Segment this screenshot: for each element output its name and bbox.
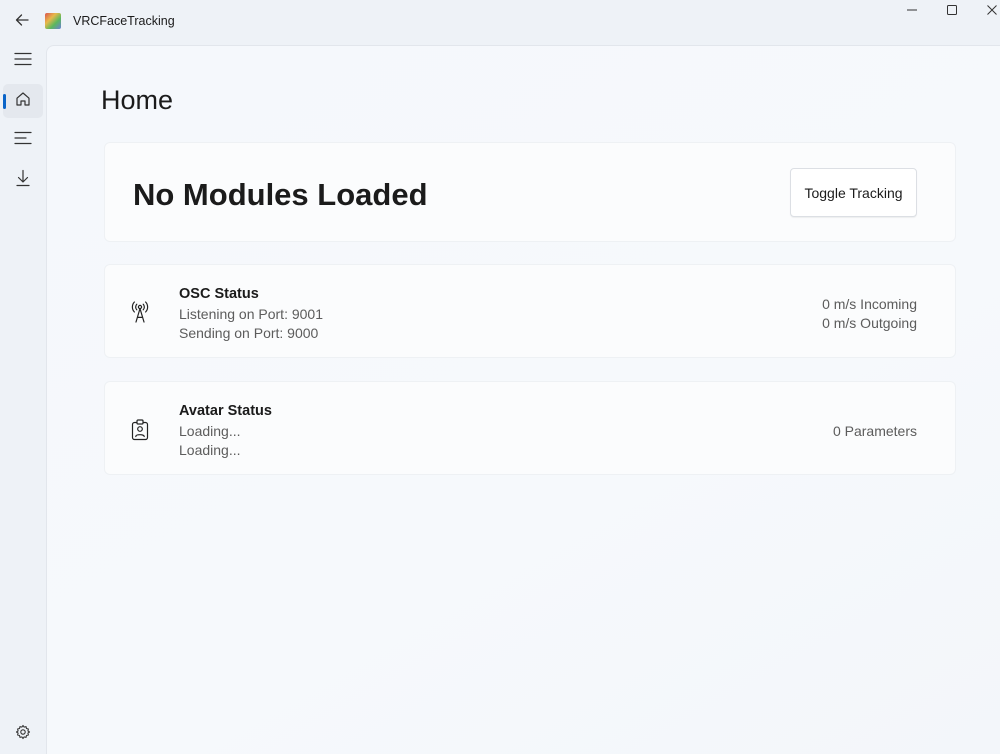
osc-listening-port: Listening on Port: 9001 bbox=[179, 306, 323, 322]
app-logo-icon bbox=[45, 13, 61, 29]
title-bar: VRCFaceTracking bbox=[0, 0, 1000, 44]
avatar-status-line-1: Loading... bbox=[179, 423, 241, 439]
maximize-button[interactable] bbox=[932, 0, 972, 24]
close-button[interactable] bbox=[972, 0, 1000, 24]
arrow-left-icon bbox=[14, 12, 30, 33]
sidebar-item-settings[interactable] bbox=[3, 717, 43, 751]
avatar-status-line-2: Loading... bbox=[179, 442, 241, 458]
home-icon bbox=[15, 91, 31, 112]
sidebar-item-modules[interactable] bbox=[3, 123, 43, 157]
page-title: Home bbox=[101, 85, 174, 115]
avatar-parameter-count: 0 Parameters bbox=[832, 423, 917, 439]
close-icon bbox=[986, 3, 998, 21]
antenna-icon bbox=[129, 300, 151, 324]
app-title: VRCFaceTracking bbox=[73, 14, 175, 28]
id-badge-icon bbox=[129, 418, 151, 442]
avatar-status-heading: Avatar Status bbox=[179, 403, 272, 419]
osc-outgoing-rate: 0 m/s Outgoing bbox=[822, 315, 917, 331]
modules-status-heading: No Modules Loaded bbox=[133, 177, 428, 212]
modules-card: No Modules Loaded Toggle Tracking bbox=[104, 142, 956, 242]
minimize-icon bbox=[906, 3, 918, 21]
avatar-status-card: Avatar Status Loading... Loading... 0 Pa… bbox=[104, 381, 956, 475]
minimize-button[interactable] bbox=[892, 0, 932, 24]
sidebar-item-downloads[interactable] bbox=[3, 163, 43, 197]
main-content: Home No Modules Loaded Toggle Tracking O… bbox=[46, 45, 1000, 754]
sidebar-item-home[interactable] bbox=[3, 84, 43, 118]
hamburger-icon bbox=[14, 52, 32, 71]
back-button[interactable] bbox=[8, 8, 36, 36]
osc-status-heading: OSC Status bbox=[179, 286, 259, 302]
menu-toggle-button[interactable] bbox=[3, 44, 43, 78]
gear-icon bbox=[15, 724, 31, 745]
osc-incoming-rate: 0 m/s Incoming bbox=[822, 296, 917, 312]
selection-indicator bbox=[3, 94, 6, 109]
osc-status-card: OSC Status Listening on Port: 9001 Sendi… bbox=[104, 264, 956, 358]
maximize-icon bbox=[946, 3, 958, 21]
osc-sending-port: Sending on Port: 9000 bbox=[179, 325, 319, 341]
list-icon bbox=[14, 131, 32, 150]
download-icon bbox=[15, 169, 31, 192]
toggle-tracking-button[interactable]: Toggle Tracking bbox=[790, 168, 917, 217]
navigation-sidebar bbox=[0, 44, 46, 754]
